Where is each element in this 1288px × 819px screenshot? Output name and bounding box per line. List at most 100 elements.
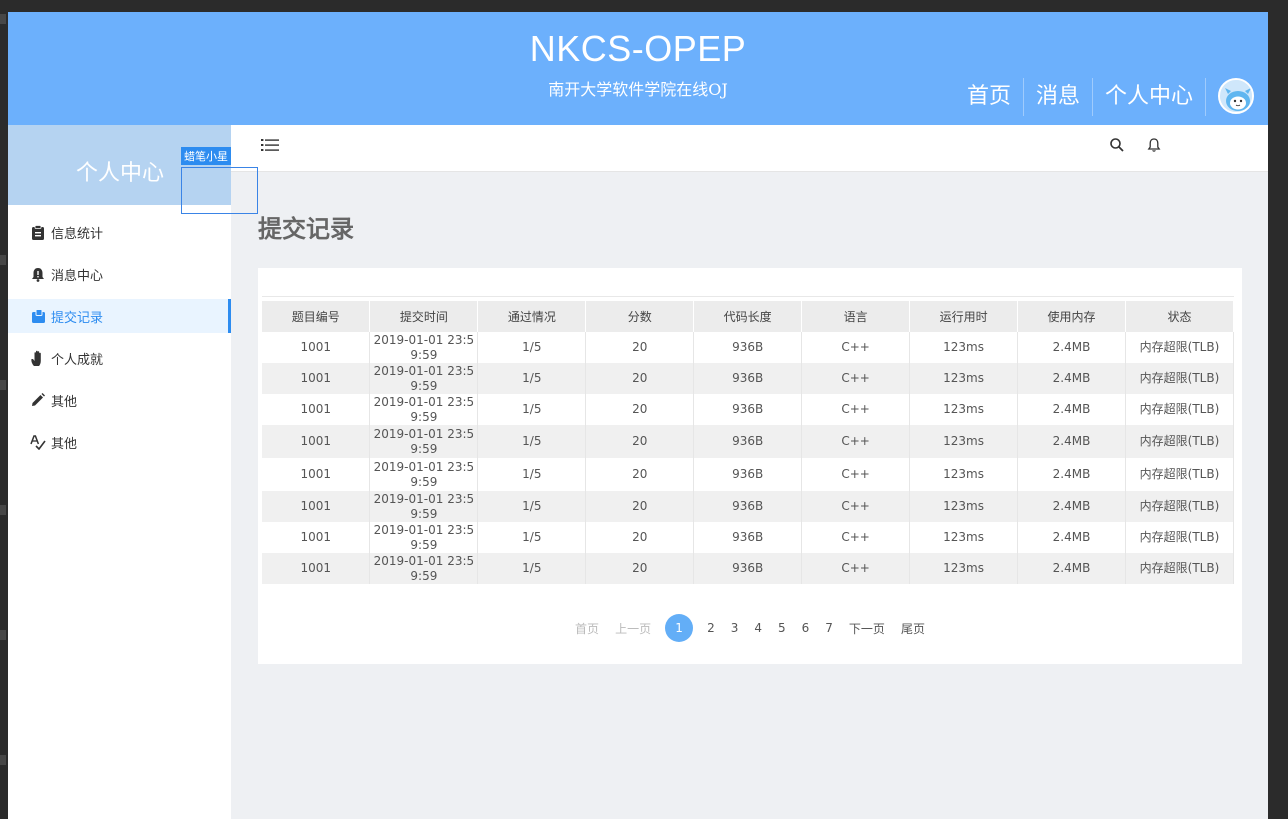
table-row[interactable]: 1001 2019-01-01 23:59:59 1/5 20 936B C++… (262, 363, 1235, 394)
pager-page-1[interactable]: 1 (665, 614, 694, 642)
menu-list-icon[interactable] (261, 137, 279, 157)
sidebar-title: 个人中心 (76, 161, 165, 186)
sidebar-item-label: 消息中心 (51, 268, 104, 284)
nav-profile-link[interactable]: 个人中心 (1091, 78, 1206, 116)
score-cell: 20 (585, 458, 695, 491)
score-cell: 20 (585, 332, 695, 363)
top-nav: 首页 消息 个人中心 (955, 78, 1206, 116)
language-cell: C++ (801, 425, 911, 458)
pager-page-4[interactable]: 4 (754, 621, 762, 635)
column-header: 提交时间 (369, 301, 479, 332)
sidebar-item-submissions[interactable]: 提交记录 (8, 299, 231, 333)
table-row[interactable]: 1001 2019-01-01 23:59:59 1/5 20 936B C++… (262, 394, 1235, 425)
sidebar-item-label: 提交记录 (51, 310, 104, 326)
language-cell: C++ (801, 458, 911, 491)
column-header: 通过情况 (477, 301, 587, 332)
table-row[interactable]: 1001 2019-01-01 23:59:59 1/5 20 936B C++… (262, 553, 1235, 584)
memory-cell: 2.4MB (1017, 458, 1126, 491)
page-title: 提交记录 (258, 215, 354, 243)
pager-page-7[interactable]: 7 (825, 621, 833, 635)
sidebar-item-messages[interactable]: 消息中心 (8, 253, 231, 295)
sidebar-item-label: 信息统计 (51, 226, 104, 242)
status-cell: 内存超限(TLB) (1125, 491, 1235, 522)
search-icon[interactable] (1109, 137, 1125, 157)
status-cell: 内存超限(TLB) (1125, 363, 1235, 394)
sidebar-item-label: 其他 (51, 436, 78, 452)
app-window: NKCS-OPEP 南开大学软件学院在线OJ 首页 消息 个人中心 个人中心 蜡… (8, 12, 1268, 819)
sidebar-item-stats[interactable]: 信息统计 (8, 211, 231, 253)
sidebar-item-other-2[interactable]: 其他 (8, 421, 231, 463)
pagination: 首页 上一页 1 2 3 4 5 6 7 下一页 尾页 (258, 614, 1242, 642)
column-header: 使用内存 (1017, 301, 1126, 332)
pager-next[interactable]: 下一页 (849, 620, 885, 637)
pass-cell: 1/5 (477, 458, 587, 491)
memory-cell: 2.4MB (1017, 425, 1126, 458)
submit-time-cell: 2019-01-01 23:59:59 (369, 553, 479, 584)
sidebar-item-achievements[interactable]: 个人成就 (8, 337, 231, 379)
sidebar-item-other-1[interactable]: 其他 (8, 379, 231, 421)
table-row[interactable]: 1001 2019-01-01 23:59:59 1/5 20 936B C++… (262, 491, 1235, 522)
code-length-cell: 936B (693, 394, 803, 425)
avatar-image (1220, 80, 1252, 112)
submit-time-cell: 2019-01-01 23:59:59 (369, 363, 479, 394)
runtime-cell: 123ms (909, 458, 1019, 491)
table-row[interactable]: 1001 2019-01-01 23:59:59 1/5 20 936B C++… (262, 522, 1235, 553)
pager-last[interactable]: 尾页 (901, 620, 925, 637)
bell-icon[interactable] (1146, 137, 1162, 157)
header: NKCS-OPEP 南开大学软件学院在线OJ 首页 消息 个人中心 (8, 12, 1268, 125)
hand-icon (30, 350, 46, 366)
submit-time-cell: 2019-01-01 23:59:59 (369, 332, 479, 363)
sidebar-item-label: 个人成就 (51, 352, 104, 368)
code-length-cell: 936B (693, 425, 803, 458)
score-cell: 20 (585, 553, 695, 584)
memory-cell: 2.4MB (1017, 363, 1126, 394)
pager-first[interactable]: 首页 (575, 620, 599, 637)
pass-cell: 1/5 (477, 332, 587, 363)
score-cell: 20 (585, 491, 695, 522)
code-length-cell: 936B (693, 363, 803, 394)
pass-cell: 1/5 (477, 553, 587, 584)
table-row[interactable]: 1001 2019-01-01 23:59:59 1/5 20 936B C++… (262, 425, 1235, 458)
pager-page-5[interactable]: 5 (778, 621, 786, 635)
problem-id-cell: 1001 (262, 363, 371, 394)
pager-page-3[interactable]: 3 (731, 621, 739, 635)
table-header-row: 题目编号 提交时间 通过情况 分数 代码长度 语言 运行用时 使用内存 状态 (262, 301, 1235, 332)
username-tag: 蜡笔小星 (181, 147, 231, 165)
pass-cell: 1/5 (477, 491, 587, 522)
pager-page-6[interactable]: 6 (802, 621, 810, 635)
memory-cell: 2.4MB (1017, 491, 1126, 522)
score-cell: 20 (585, 394, 695, 425)
code-length-cell: 936B (693, 553, 803, 584)
runtime-cell: 123ms (909, 553, 1019, 584)
column-header: 代码长度 (693, 301, 803, 332)
runtime-cell: 123ms (909, 425, 1019, 458)
submissions-table: 题目编号 提交时间 通过情况 分数 代码长度 语言 运行用时 使用内存 状态 1… (262, 301, 1235, 584)
table-row[interactable]: 1001 2019-01-01 23:59:59 1/5 20 936B C++… (262, 458, 1235, 491)
score-cell: 20 (585, 425, 695, 458)
runtime-cell: 123ms (909, 394, 1019, 425)
avatar[interactable] (1218, 78, 1254, 114)
sidebar: 个人中心 蜡笔小星 信息统计 消息中心 提交记录 个人成就 其他 其他 (8, 125, 258, 819)
problem-id-cell: 1001 (262, 491, 371, 522)
problem-id-cell: 1001 (262, 553, 371, 584)
runtime-cell: 123ms (909, 491, 1019, 522)
submit-time-cell: 2019-01-01 23:59:59 (369, 425, 479, 458)
nav-messages-link[interactable]: 消息 (1022, 78, 1092, 116)
runtime-cell: 123ms (909, 332, 1019, 363)
language-cell: C++ (801, 332, 911, 363)
pencil-icon (30, 392, 46, 408)
pass-cell: 1/5 (477, 522, 587, 553)
runtime-cell: 123ms (909, 363, 1019, 394)
table-row[interactable]: 1001 2019-01-01 23:59:59 1/5 20 936B C++… (262, 332, 1235, 363)
pager-page-2[interactable]: 2 (707, 621, 715, 635)
toolbar (231, 125, 1268, 172)
code-length-cell: 936B (693, 458, 803, 491)
column-header: 题目编号 (262, 301, 371, 332)
submissions-card: 题目编号 提交时间 通过情况 分数 代码长度 语言 运行用时 使用内存 状态 1… (258, 268, 1242, 664)
nav-home-link[interactable]: 首页 (955, 78, 1023, 116)
pager-prev[interactable]: 上一页 (615, 620, 651, 637)
spellcheck-icon (30, 434, 46, 450)
pass-cell: 1/5 (477, 425, 587, 458)
status-cell: 内存超限(TLB) (1125, 458, 1235, 491)
problem-id-cell: 1001 (262, 332, 371, 363)
